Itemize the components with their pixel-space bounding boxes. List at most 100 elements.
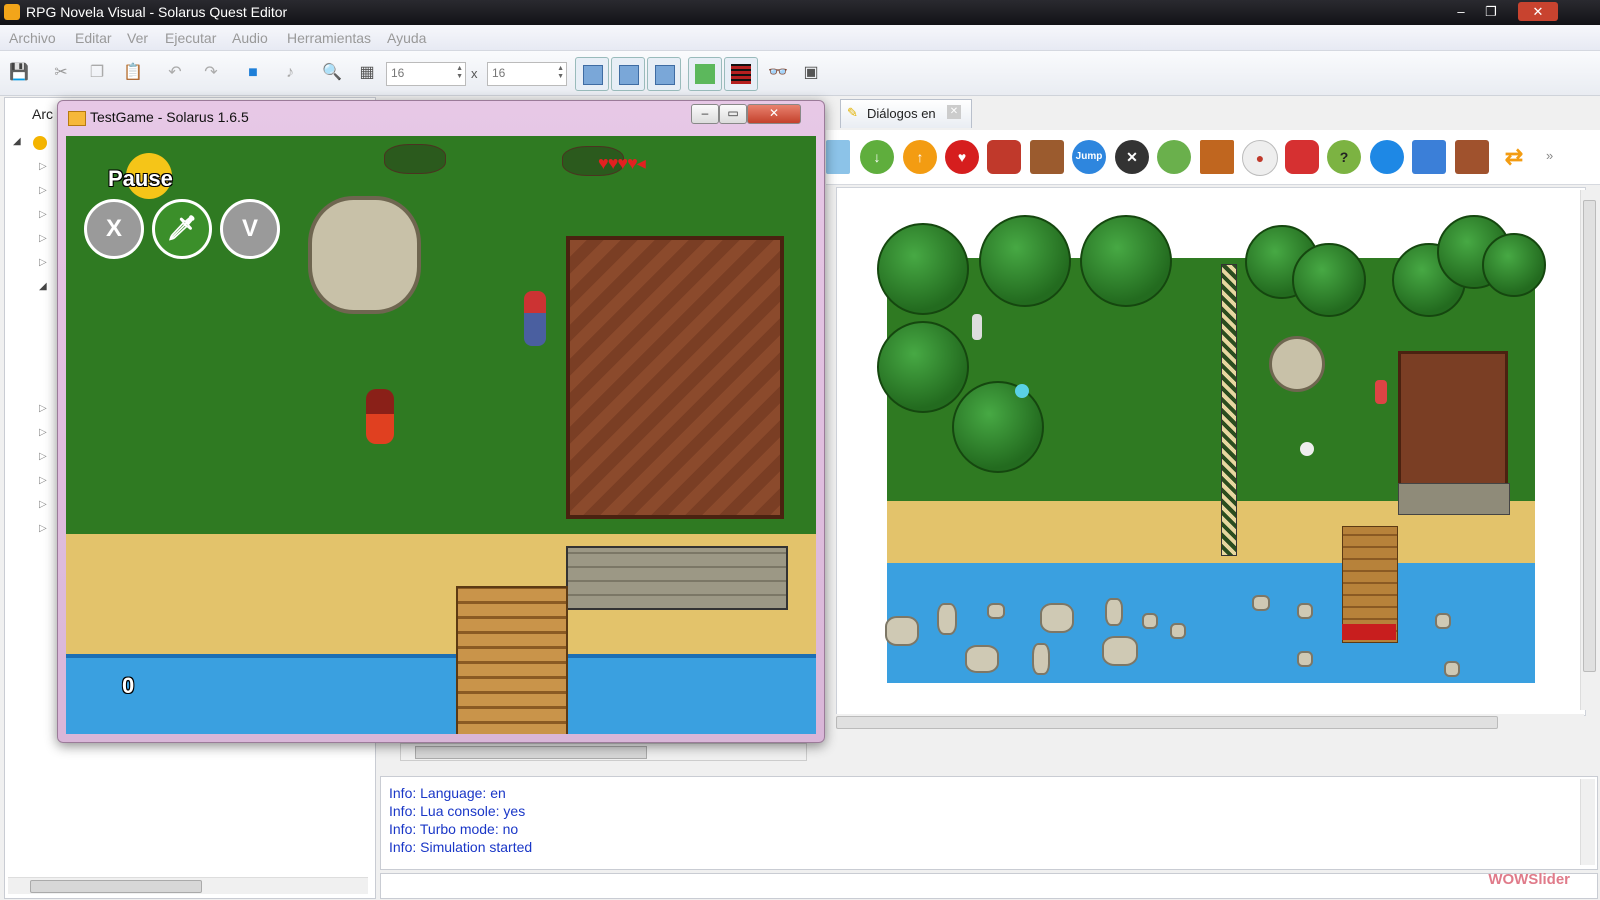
console-scrollbar[interactable]	[1580, 779, 1595, 865]
minimize-button[interactable]: –	[1448, 2, 1474, 21]
item-slot-x[interactable]: X	[84, 199, 144, 259]
chest-icon[interactable]	[1030, 140, 1064, 174]
game-npc[interactable]	[524, 291, 546, 346]
undo-icon[interactable]: ↶	[165, 63, 185, 83]
wall-icon[interactable]	[1285, 140, 1319, 174]
map-tree[interactable]	[877, 321, 969, 413]
tree-expander[interactable]: ▷	[39, 209, 47, 220]
map-enemy[interactable]	[1015, 384, 1029, 398]
more-entities-icon[interactable]: »	[1546, 148, 1553, 163]
save-icon[interactable]: 💾	[9, 63, 29, 83]
map-house-roof[interactable]	[1398, 351, 1508, 487]
map-tree[interactable]	[1080, 215, 1172, 307]
map-sensor[interactable]	[1300, 442, 1314, 456]
sensor-icon[interactable]: ?	[1327, 140, 1361, 174]
jumper-icon[interactable]: Jump	[1072, 140, 1106, 174]
block-icon[interactable]	[1200, 140, 1234, 174]
crystal-block-icon[interactable]	[1412, 140, 1446, 174]
map-rock[interactable]	[885, 616, 919, 646]
tree-expander[interactable]: ▷	[39, 427, 47, 438]
map-tree[interactable]	[1292, 243, 1366, 317]
item-slot-v[interactable]: V	[220, 199, 280, 259]
map-rock[interactable]	[987, 603, 1005, 619]
scroll-thumb[interactable]	[1583, 200, 1596, 672]
destination-icon[interactable]: ↓	[860, 140, 894, 174]
map-view[interactable]	[836, 187, 1586, 716]
pickable-heart-icon[interactable]: ♥	[945, 140, 979, 174]
game-well[interactable]	[308, 196, 421, 314]
enemy-icon[interactable]: ✕	[1115, 140, 1149, 174]
menu-ver[interactable]: Ver	[127, 30, 148, 46]
tree-expander[interactable]: ▷	[39, 475, 47, 486]
destructible-pot-icon[interactable]	[987, 140, 1021, 174]
menu-ayuda[interactable]: Ayuda	[387, 30, 426, 46]
music-icon[interactable]: ♪	[280, 63, 300, 83]
game-hero[interactable]	[366, 389, 394, 444]
map-well[interactable]	[1269, 336, 1325, 392]
pause-label[interactable]: Pause	[108, 166, 173, 192]
entity-visibility-icon[interactable]: ▣	[801, 63, 821, 83]
map-hero[interactable]	[1375, 380, 1387, 404]
map-tree[interactable]	[979, 215, 1071, 307]
map-rock[interactable]	[1142, 613, 1158, 629]
traversable-toggle[interactable]	[688, 57, 722, 91]
map-horizontal-scrollbar[interactable]	[836, 714, 1584, 730]
map-rock[interactable]	[1444, 661, 1460, 677]
tree-expander[interactable]: ▷	[39, 233, 47, 244]
map-vertical-scrollbar[interactable]	[1580, 190, 1597, 710]
menu-audio[interactable]: Audio	[232, 30, 268, 46]
teletransporter-icon[interactable]: ↑	[903, 140, 937, 174]
obstacle-toggle[interactable]	[724, 57, 758, 91]
layer-1-toggle[interactable]	[611, 57, 645, 91]
game-window[interactable]: TestGame - Solarus 1.6.5 – ▭ ✕ Pause X 🗡…	[57, 100, 825, 743]
close-tab-icon[interactable]: ✕	[947, 105, 961, 119]
zoom-icon[interactable]: 🔍	[322, 63, 342, 83]
redo-icon[interactable]: ↷	[201, 63, 221, 83]
scroll-thumb[interactable]	[30, 880, 202, 893]
grid-icon[interactable]: ▦	[357, 63, 377, 83]
map-tree[interactable]	[877, 223, 969, 315]
map-rock[interactable]	[1105, 598, 1123, 626]
map-tree[interactable]	[952, 381, 1044, 473]
map-fence[interactable]	[1221, 264, 1237, 556]
quest-tree-tab[interactable]: Arc	[32, 106, 53, 122]
cut-icon[interactable]: ✂	[51, 63, 71, 83]
menu-editar[interactable]: Editar	[75, 30, 112, 46]
shop-treasure-icon[interactable]	[1455, 140, 1489, 174]
editor-scrollbar[interactable]	[400, 743, 807, 761]
console-input[interactable]	[380, 873, 1598, 899]
menu-archivo[interactable]: Archivo	[9, 30, 56, 46]
map-rock[interactable]	[1170, 623, 1186, 639]
grid-width-spinbox[interactable]: 16 ▲ ▼	[386, 62, 466, 86]
map-tree[interactable]	[1482, 233, 1546, 297]
stream-icon[interactable]: ⇄	[1497, 140, 1531, 174]
sword-slot-icon[interactable]: 🗡	[152, 199, 212, 259]
tree-expander[interactable]: ▷	[39, 403, 47, 414]
map-rock[interactable]	[1040, 603, 1074, 633]
map-rock[interactable]	[1297, 603, 1313, 619]
map-rock[interactable]	[965, 645, 999, 673]
map-rock[interactable]	[937, 603, 957, 635]
game-house-roof[interactable]	[566, 236, 784, 519]
map-rock[interactable]	[1102, 636, 1138, 666]
map-rock[interactable]	[1297, 651, 1313, 667]
visibility-icon[interactable]: 👓	[765, 63, 791, 83]
tree-expander[interactable]: ▷	[39, 185, 47, 196]
run-quest-icon[interactable]: ■	[243, 63, 263, 83]
crystal-icon[interactable]	[1370, 140, 1404, 174]
tree-expander[interactable]: ▷	[39, 161, 47, 172]
scroll-thumb[interactable]	[836, 716, 1498, 729]
layer-2-toggle[interactable]	[647, 57, 681, 91]
game-dock[interactable]	[456, 586, 568, 734]
scroll-thumb[interactable]	[415, 746, 647, 759]
game-canvas[interactable]: Pause X 🗡 V ♥♥♥♥◂ 0	[66, 136, 816, 734]
map-rock[interactable]	[1252, 595, 1270, 611]
switch-icon[interactable]: ●	[1242, 140, 1278, 176]
game-maximize-button[interactable]: ▭	[719, 104, 747, 124]
grid-height-spinbox[interactable]: 16 ▲ ▼	[487, 62, 567, 86]
maximize-button[interactable]: ❐	[1478, 2, 1504, 21]
copy-icon[interactable]: ❐	[87, 63, 107, 83]
layer-0-toggle[interactable]	[575, 57, 609, 91]
paste-icon[interactable]: 📋	[123, 63, 143, 83]
map-rock[interactable]	[1032, 643, 1050, 675]
